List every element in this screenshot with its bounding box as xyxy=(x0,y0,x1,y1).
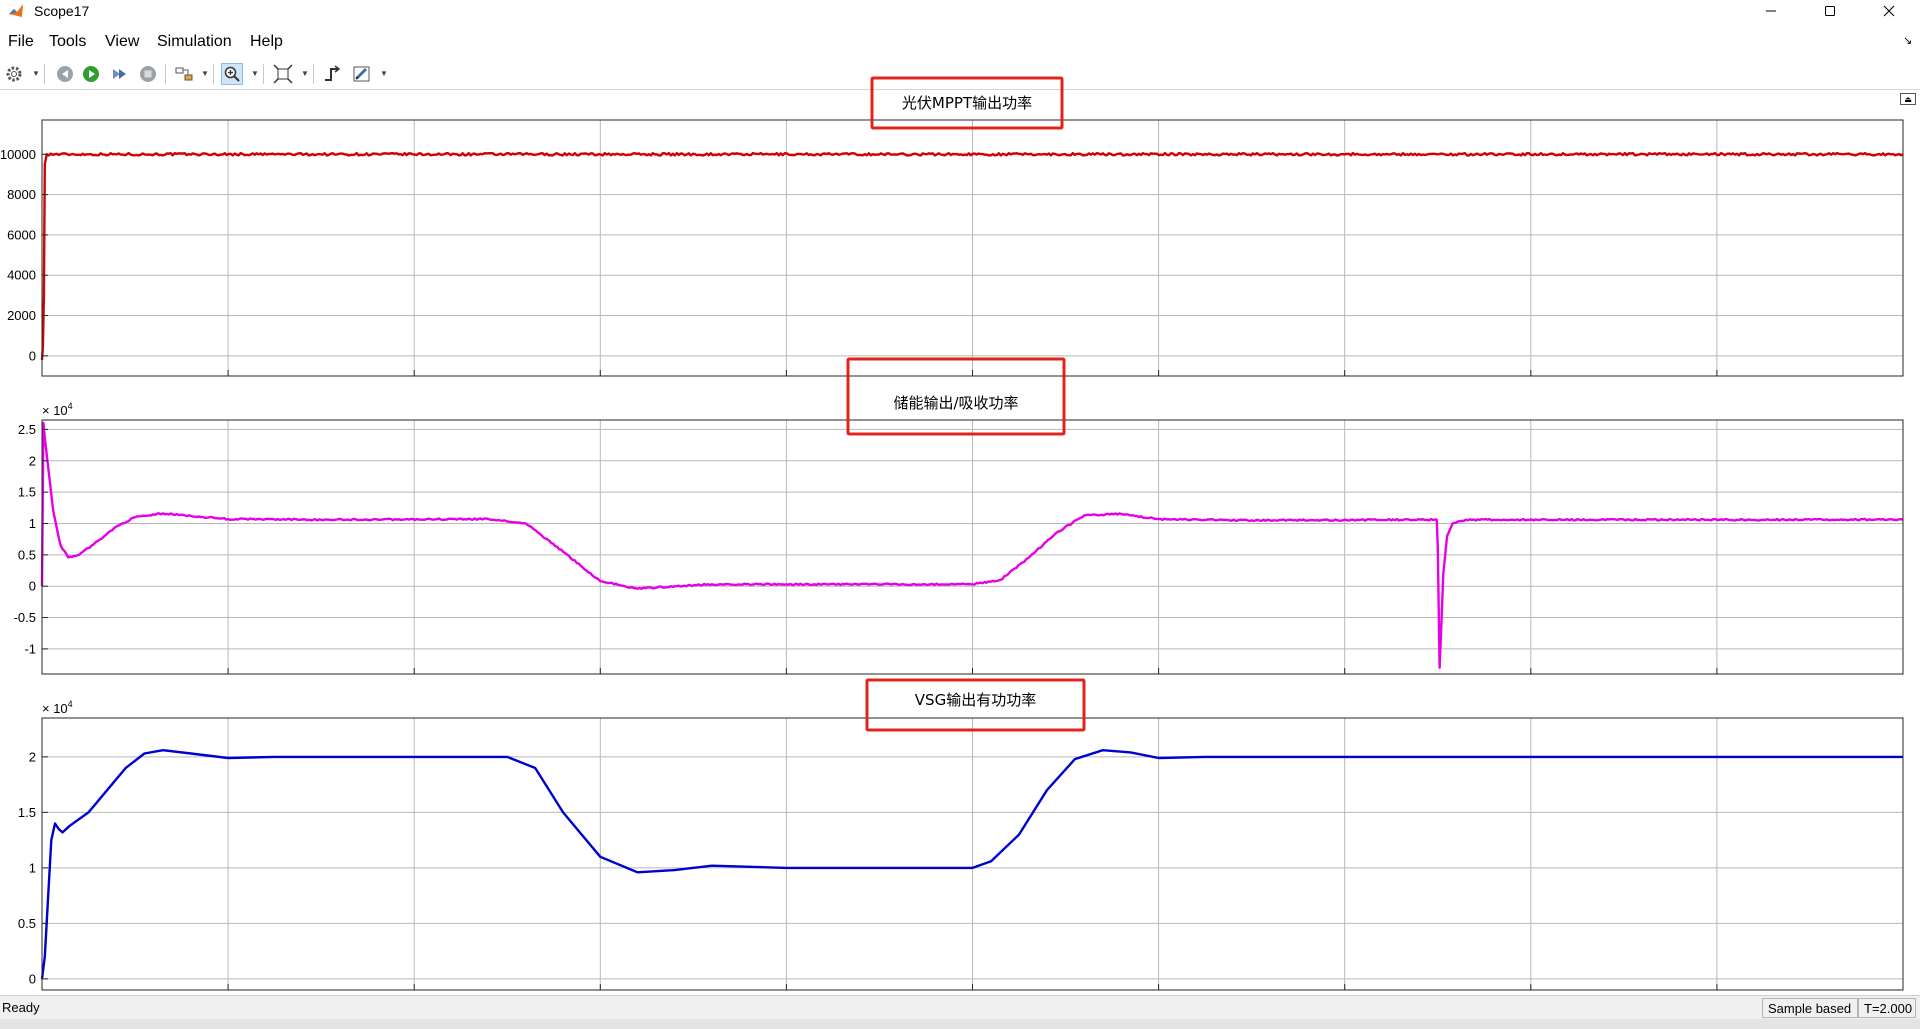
menu-help[interactable]: Help xyxy=(250,33,283,51)
y-tick-label: 8000 xyxy=(7,187,36,202)
y-tick-label: 2 xyxy=(29,749,36,764)
y-tick-label: 2.5 xyxy=(18,422,36,437)
menu-file[interactable]: File xyxy=(8,33,34,51)
scope-plot-area: 0200040006000800010000光伏MPPT输出功率-1-0.500… xyxy=(0,76,1907,993)
y-tick-label: 0 xyxy=(29,579,36,594)
y-tick-label: 0.5 xyxy=(18,547,36,562)
scope-panel-2[interactable]: -1 -0.5 0 0.5 1 1.5 2 2.5 × 104 储能输出/吸收功率 xyxy=(14,357,1904,675)
minimize-button[interactable] xyxy=(1748,0,1794,22)
y-tick-label: 1.5 xyxy=(18,485,36,500)
menu-tools[interactable]: Tools xyxy=(49,33,86,51)
panel-title: VSG输出有功功率 xyxy=(915,691,1036,709)
menu-view[interactable]: View xyxy=(105,33,139,51)
y-tick-label: 4000 xyxy=(7,268,36,283)
status-bar: Ready Sample based T=2.000 xyxy=(0,995,1920,1019)
maximize-button[interactable] xyxy=(1807,0,1853,22)
panel-title: 光伏MPPT输出功率 xyxy=(902,94,1032,112)
scope-panel-3[interactable]: 00.511.5200.20.40.60.811.21.41.61.82× 10… xyxy=(18,678,1907,993)
y-tick-label: 1.5 xyxy=(18,805,36,820)
y-tick-label: 1 xyxy=(29,860,36,875)
status-text: Ready xyxy=(2,1000,40,1015)
minimize-icon xyxy=(1766,10,1776,12)
menu-bar: File Tools View Simulation Help ↘ xyxy=(0,31,1920,55)
menu-simulation[interactable]: Simulation xyxy=(157,33,232,51)
matlab-icon xyxy=(8,3,24,19)
simulation-time-label: T=2.000 xyxy=(1858,998,1916,1018)
y-tick-label: 2 xyxy=(29,453,36,468)
y-tick-label: 0 xyxy=(29,971,36,986)
y-tick-label: 2000 xyxy=(7,308,36,323)
menu-overflow-icon[interactable]: ↘ xyxy=(1903,34,1912,47)
y-tick-label: 10000 xyxy=(0,147,36,162)
title-bar: Scope17 xyxy=(0,0,1920,22)
y-exponent-label: × 104 xyxy=(42,699,73,716)
y-tick-label: 1 xyxy=(29,516,36,531)
y-tick-label: -0.5 xyxy=(14,610,36,625)
close-icon xyxy=(1883,5,1895,17)
sample-mode-label: Sample based xyxy=(1762,998,1858,1018)
close-button[interactable] xyxy=(1866,0,1912,22)
scope-panel-1[interactable]: 0 2000 4000 6000 8000 10000 光伏MPPT输出功率 xyxy=(0,76,1904,377)
taskbar-strip xyxy=(0,1019,1920,1029)
y-exponent-label: × 104 xyxy=(42,401,73,418)
y-tick-label: 0.5 xyxy=(18,916,36,931)
y-tick-label: 0 xyxy=(29,348,36,363)
window-title: Scope17 xyxy=(34,3,90,19)
y-tick-label: 6000 xyxy=(7,227,36,242)
maximize-icon xyxy=(1825,6,1835,16)
panel-title: 储能输出/吸收功率 xyxy=(893,394,1018,412)
y-tick-label: -1 xyxy=(24,641,36,656)
